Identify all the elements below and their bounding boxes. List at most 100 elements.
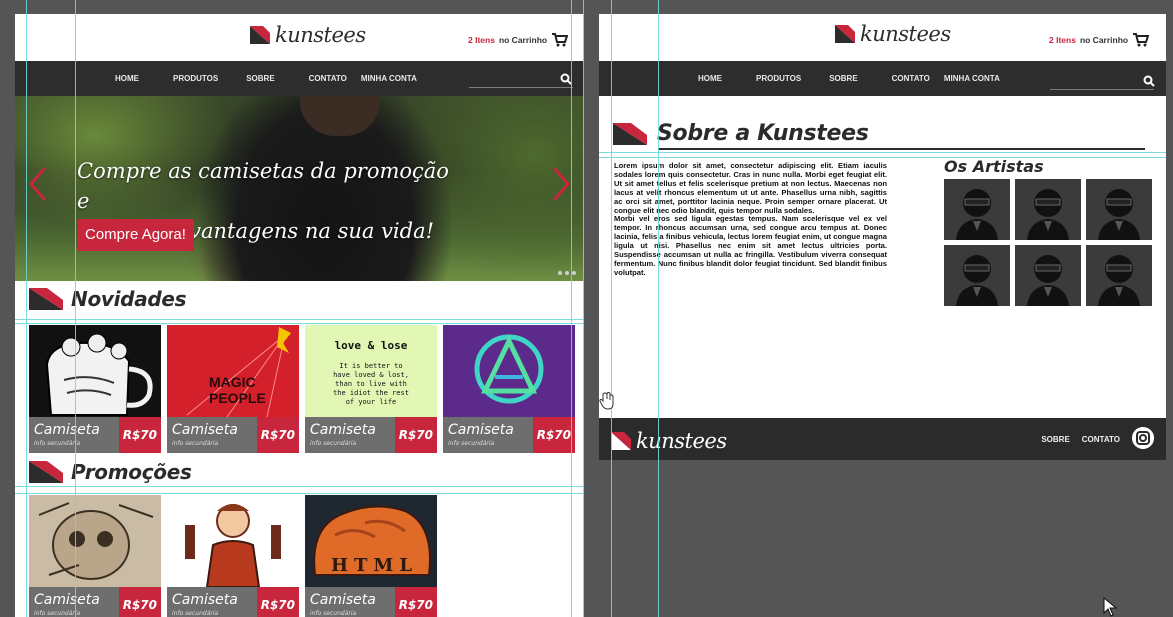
artists-title: Os Artistas bbox=[944, 157, 1044, 176]
magic-people-art: MAGIC PEOPLE bbox=[167, 325, 299, 417]
section-mark-icon bbox=[29, 461, 63, 483]
nav-item-produtos[interactable]: PRODUTOS bbox=[756, 74, 801, 83]
product-card[interactable]: HTML Camiseta info secundária R$70 bbox=[305, 495, 437, 617]
footer-logo[interactable]: kunstees bbox=[611, 429, 727, 453]
artist-thumbnail[interactable] bbox=[1086, 245, 1152, 306]
hero-cta-button[interactable]: Compre Agora! bbox=[77, 219, 194, 251]
carousel-dot[interactable] bbox=[558, 271, 562, 275]
main-nav: HOME PRODUTOS SOBRE CONTATO MINHA CONTA bbox=[15, 61, 584, 96]
main-nav: HOME PRODUTOS SOBRE CONTATO MINHA CONTA bbox=[599, 61, 1166, 96]
product-card[interactable]: Camiseta info secundária R$70 bbox=[443, 325, 575, 453]
layout-guide bbox=[26, 0, 27, 617]
artist-thumbnail[interactable] bbox=[1015, 179, 1081, 240]
product-subtitle: info secundária bbox=[310, 440, 357, 447]
poem-line: It is better to bbox=[339, 362, 403, 370]
nav-item-minha-conta[interactable]: MINHA CONTA bbox=[944, 74, 1000, 83]
product-subtitle: info secundária bbox=[448, 440, 495, 447]
layout-guide bbox=[583, 0, 584, 617]
about-heading: Sobre a Kunstees bbox=[613, 121, 869, 146]
footer-link-contato[interactable]: CONTATO bbox=[1082, 435, 1120, 444]
artist-thumbnail[interactable] bbox=[944, 245, 1010, 306]
search-input[interactable] bbox=[469, 87, 573, 88]
artist-thumbnail[interactable] bbox=[1086, 179, 1152, 240]
skull-sketch-art bbox=[29, 495, 161, 587]
nav-item-produtos[interactable]: PRODUTOS bbox=[173, 74, 218, 83]
product-price: R$70 bbox=[118, 417, 161, 453]
logo-text: kunstees bbox=[275, 23, 366, 47]
product-name: Camiseta bbox=[34, 592, 100, 608]
product-price: R$70 bbox=[256, 417, 299, 453]
product-subtitle: info secundária bbox=[172, 610, 219, 617]
love-and-lose-art: love & lose It is better to have loved &… bbox=[305, 325, 437, 417]
about-title: Sobre a Kunstees bbox=[657, 121, 869, 146]
chevron-right-icon[interactable] bbox=[550, 166, 572, 202]
product-card[interactable]: Camiseta info secundária R$70 bbox=[29, 325, 161, 453]
artist-thumbnail[interactable] bbox=[1015, 245, 1081, 306]
about-paragraph: Morbi vel eros sed ligula egestas tempus… bbox=[614, 214, 887, 277]
layout-guide bbox=[15, 319, 584, 320]
cart-link[interactable]: 2 Itens no Carrinho bbox=[468, 32, 569, 47]
poem-title: love & lose bbox=[334, 339, 408, 352]
logo-mark-icon bbox=[250, 26, 270, 44]
product-subtitle: info secundária bbox=[34, 610, 81, 617]
nav-item-contato[interactable]: CONTATO bbox=[892, 74, 930, 83]
product-price: R$70 bbox=[394, 417, 437, 453]
cart-count: 2 Itens bbox=[468, 34, 495, 45]
product-info-bar: Camiseta info secundária R$70 bbox=[167, 417, 299, 453]
nav-item-minha-conta[interactable]: MINHA CONTA bbox=[361, 74, 417, 83]
search-input[interactable] bbox=[1050, 89, 1154, 90]
product-card[interactable]: MAGIC PEOPLE Camiseta info secundária R$… bbox=[167, 325, 299, 453]
footer-links: SOBRE CONTATO bbox=[1041, 418, 1120, 460]
carousel-dots bbox=[558, 271, 576, 275]
product-info-bar: Camiseta info secundária R$70 bbox=[29, 417, 161, 453]
layout-guide bbox=[15, 486, 584, 487]
nav-item-home[interactable]: HOME bbox=[698, 74, 722, 83]
product-card[interactable]: Camiseta info secundária R$70 bbox=[167, 495, 299, 617]
shopping-cart-icon bbox=[1133, 33, 1150, 47]
artists-grid bbox=[944, 179, 1152, 306]
poem-line: of your life bbox=[345, 398, 397, 406]
site-header: kunstees 2 Itens no Carrinho bbox=[599, 14, 1166, 61]
instagram-icon[interactable] bbox=[1132, 427, 1154, 449]
skeleton-mug-art bbox=[29, 325, 161, 417]
footer-link-sobre[interactable]: SOBRE bbox=[1041, 435, 1069, 444]
section-mark-icon bbox=[613, 122, 647, 145]
nav-item-sobre[interactable]: SOBRE bbox=[246, 74, 274, 83]
novidades-heading: Novidades bbox=[29, 287, 187, 311]
logo[interactable]: kunstees bbox=[250, 23, 366, 47]
cart-link[interactable]: 2 Itens no Carrinho bbox=[1049, 32, 1150, 47]
cart-count: 2 Itens bbox=[1049, 34, 1076, 45]
about-artboard: kunstees 2 Itens no Carrinho HOME PRODUT… bbox=[599, 14, 1166, 460]
chevron-left-icon[interactable] bbox=[27, 166, 49, 202]
product-card[interactable]: love & lose It is better to have loved &… bbox=[305, 325, 437, 453]
about-title-underline bbox=[658, 148, 1145, 150]
product-info-bar: Camiseta info secundária R$70 bbox=[443, 417, 575, 453]
layout-guide bbox=[599, 152, 1166, 153]
promocoes-product-row: Camiseta info secundária R$70 Camiseta i… bbox=[29, 495, 437, 617]
nav-item-home[interactable]: HOME bbox=[115, 74, 139, 83]
product-card[interactable]: Camiseta info secundária R$70 bbox=[29, 495, 161, 617]
nav-item-sobre[interactable]: SOBRE bbox=[829, 74, 857, 83]
product-info-bar: Camiseta info secundária R$70 bbox=[167, 587, 299, 617]
carousel-dot[interactable] bbox=[565, 271, 569, 275]
html-word: HTML bbox=[331, 555, 418, 576]
section-mark-icon bbox=[29, 288, 63, 310]
home-artboard: kunstees 2 Itens no Carrinho HOME PRODUT… bbox=[15, 14, 584, 617]
people-word: PEOPLE bbox=[209, 390, 266, 406]
artist-thumbnail[interactable] bbox=[944, 179, 1010, 240]
logo-mark-icon bbox=[835, 25, 855, 43]
novidades-product-row: Camiseta info secundária R$70 MAGIC PEOP… bbox=[29, 325, 575, 453]
nav-item-contato[interactable]: CONTATO bbox=[309, 74, 347, 83]
mouse-pointer-icon bbox=[1103, 597, 1117, 617]
layout-guide bbox=[571, 0, 572, 617]
neon-triangle-art bbox=[443, 325, 575, 417]
nav-items: HOME PRODUTOS SOBRE CONTATO MINHA CONTA bbox=[115, 61, 417, 96]
magnifier-icon[interactable] bbox=[1143, 75, 1155, 87]
carousel-dot[interactable] bbox=[572, 271, 576, 275]
magic-word: MAGIC bbox=[209, 374, 256, 390]
artist-avatar-icon bbox=[944, 245, 1010, 306]
cart-label: no Carrinho bbox=[498, 34, 548, 45]
promocoes-heading: Promoções bbox=[29, 460, 192, 484]
logo[interactable]: kunstees bbox=[835, 22, 951, 46]
poem-line: have loved & lost, bbox=[333, 371, 409, 379]
